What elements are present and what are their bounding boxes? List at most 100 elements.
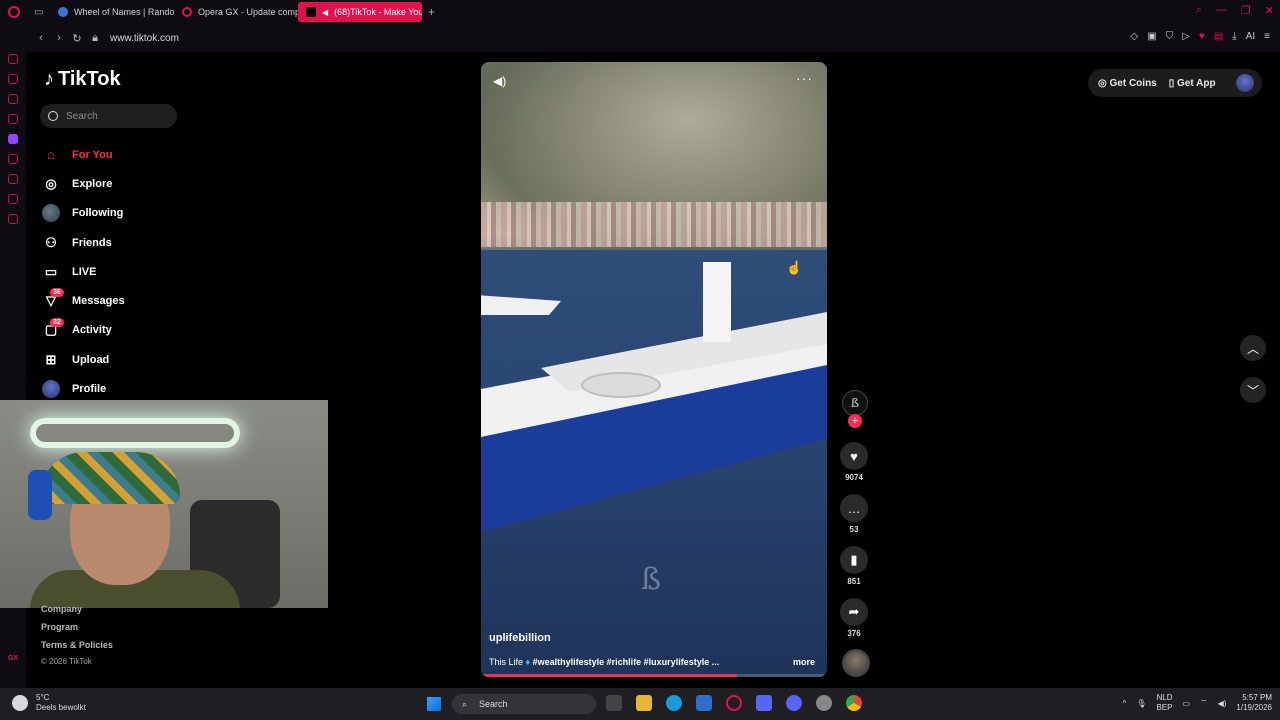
- upload-icon: ⊞: [45, 351, 57, 367]
- tiktok-note-icon: ♪: [44, 68, 54, 90]
- sidebar-item-messages[interactable]: ▽ 36 Messages: [42, 286, 125, 315]
- play-icon[interactable]: ▷: [1182, 31, 1190, 42]
- gx-store-icon[interactable]: [8, 74, 18, 84]
- sidebar-item-upload[interactable]: ⊞ Upload: [42, 345, 125, 374]
- sidebar-item-explore[interactable]: ◎ Explore: [42, 169, 125, 198]
- get-app-label: Get App: [1177, 77, 1216, 89]
- next-video-button[interactable]: ﹀: [1240, 377, 1266, 403]
- footer-link-program[interactable]: Program: [41, 622, 113, 640]
- store-icon[interactable]: [696, 695, 712, 711]
- extensions-icon[interactable]: [8, 194, 18, 204]
- taskbar-search[interactable]: ⌕ Search: [452, 694, 596, 714]
- volume-icon[interactable]: ◀): [493, 74, 506, 88]
- heart-icon[interactable]: ♥: [1199, 31, 1205, 42]
- lock-icon: 🔒︎: [92, 31, 98, 44]
- like-button[interactable]: ♥ 9074: [838, 442, 870, 482]
- more-options-icon[interactable]: ···: [796, 70, 813, 86]
- clock-time: 5:57 PM: [1242, 693, 1272, 702]
- search-tabs-icon[interactable]: ⌕: [1196, 4, 1202, 17]
- footer-link-company[interactable]: Company: [41, 604, 113, 622]
- sidebar-item-live[interactable]: ▭ LIVE: [42, 257, 125, 286]
- twitch-icon[interactable]: [8, 134, 18, 144]
- sidebar-item-activity[interactable]: ▢ 32 Activity: [42, 316, 125, 345]
- video-caption: This Life ♦ #wealthylifestyle #richlife …: [489, 657, 719, 667]
- edge-icon[interactable]: [666, 695, 682, 711]
- share-button[interactable]: ➦ 376: [838, 598, 870, 638]
- settings-icon[interactable]: [816, 695, 832, 711]
- clock[interactable]: 5:57 PM 1/19/2026: [1236, 693, 1272, 713]
- discord-icon[interactable]: [786, 695, 802, 711]
- vscode-icon[interactable]: [756, 695, 772, 711]
- diamond-icon: ♦: [525, 657, 533, 667]
- previous-video-button[interactable]: ︿: [1240, 335, 1266, 361]
- back-icon[interactable]: ‹: [32, 32, 50, 44]
- clock-date: 1/19/2026: [1236, 703, 1272, 712]
- like-count: 9074: [845, 473, 863, 482]
- user-avatar[interactable]: [1235, 74, 1254, 92]
- new-tab-button[interactable]: +: [422, 5, 441, 19]
- search-input[interactable]: Search: [40, 104, 177, 128]
- close-window-icon[interactable]: ✕: [1265, 4, 1274, 17]
- tiktok-favicon-icon: [306, 7, 316, 17]
- chevron-up-icon[interactable]: ^: [1123, 699, 1127, 708]
- browser-tab-tiktok[interactable]: ◀ (68)TikTok - Make You: [298, 2, 422, 22]
- gx-discord-icon[interactable]: [8, 154, 18, 164]
- snapshot-icon[interactable]: ▣: [1147, 31, 1156, 42]
- sidebar-item-label: Friends: [72, 236, 112, 249]
- save-button[interactable]: ▮ 851: [838, 546, 870, 586]
- bookmark-icon[interactable]: ◇: [1131, 31, 1139, 42]
- settings-icon[interactable]: [8, 214, 18, 224]
- browser-tab-opera-gx[interactable]: Opera GX - Update comp: [174, 2, 298, 22]
- task-view-icon[interactable]: [606, 695, 622, 711]
- caption-hashtags[interactable]: #wealthylifestyle #richlife #luxurylifes…: [533, 657, 720, 667]
- shield-icon[interactable]: ⛉: [1166, 31, 1174, 42]
- caption-more-button[interactable]: more: [793, 657, 815, 667]
- video-progress-bar[interactable]: [481, 674, 827, 677]
- get-coins-button[interactable]: ◎ Get Coins: [1098, 78, 1157, 89]
- sidebar-item-following[interactable]: Following: [42, 199, 125, 228]
- minimize-icon[interactable]: —: [1216, 4, 1227, 17]
- gx-corner-icon[interactable]: [8, 94, 18, 104]
- sound-avatar[interactable]: [842, 649, 870, 677]
- display-icon[interactable]: ▭: [1182, 699, 1190, 708]
- share-icon: ➦: [840, 598, 868, 626]
- follow-button[interactable]: +: [848, 414, 862, 428]
- sidebar-nav: ⌂ For You ◎ Explore Following ⚇ Friends …: [42, 140, 125, 404]
- lang-top: NLD: [1156, 693, 1173, 702]
- gx-player-icon[interactable]: [8, 114, 18, 124]
- creator-avatar[interactable]: ß: [842, 390, 868, 416]
- footer-link-terms[interactable]: Terms & Policies: [41, 640, 113, 658]
- history-icon[interactable]: [8, 174, 18, 184]
- comment-button[interactable]: … 53: [838, 494, 870, 534]
- opera-gx-icon[interactable]: [726, 695, 742, 711]
- forward-icon[interactable]: ›: [50, 32, 68, 44]
- video-player[interactable]: ß ◀) ··· uplifebillion This Life ♦ #weal…: [481, 62, 827, 677]
- browser-tab-wheel-of-names[interactable]: Wheel of Names | Random: [50, 2, 174, 22]
- chrome-icon[interactable]: [846, 695, 862, 711]
- get-app-button[interactable]: ▯ Get App: [1169, 78, 1216, 89]
- speaker-icon[interactable]: ◀: [322, 8, 328, 17]
- reload-icon[interactable]: ↻: [68, 32, 86, 45]
- tiktok-logo[interactable]: ♪ TikTok: [44, 68, 121, 91]
- opera-menu-icon[interactable]: [0, 0, 28, 24]
- video-username[interactable]: uplifebillion: [489, 632, 551, 644]
- gx-control-icon[interactable]: [8, 54, 18, 64]
- menu-icon[interactable]: ≡: [1264, 31, 1270, 42]
- windows-start-icon[interactable]: [427, 697, 441, 711]
- language-indicator[interactable]: NLD BEP: [1156, 693, 1172, 713]
- download-icon[interactable]: ⤓: [1232, 31, 1236, 42]
- url-field[interactable]: www.tiktok.com: [110, 33, 179, 44]
- file-explorer-icon[interactable]: [636, 695, 652, 711]
- maximize-icon[interactable]: ❐: [1241, 4, 1251, 17]
- profile-avatar: [42, 380, 60, 399]
- sidebar-item-friends[interactable]: ⚇ Friends: [42, 228, 125, 257]
- weather-widget[interactable]: 5°C Deels bewolkt: [12, 693, 86, 713]
- network-icon[interactable]: ⌔: [1200, 698, 1208, 708]
- ai-icon[interactable]: AI: [1246, 31, 1255, 42]
- nav-tab-icon[interactable]: ▭: [28, 2, 50, 22]
- microphone-icon[interactable]: 🎙︎: [1136, 699, 1146, 708]
- volume-icon[interactable]: ◀): [1218, 699, 1227, 708]
- sidebar-item-for-you[interactable]: ⌂ For You: [42, 140, 125, 169]
- wallet-icon[interactable]: ▤: [1214, 31, 1223, 42]
- chevron-up-icon: ︿: [1246, 341, 1259, 356]
